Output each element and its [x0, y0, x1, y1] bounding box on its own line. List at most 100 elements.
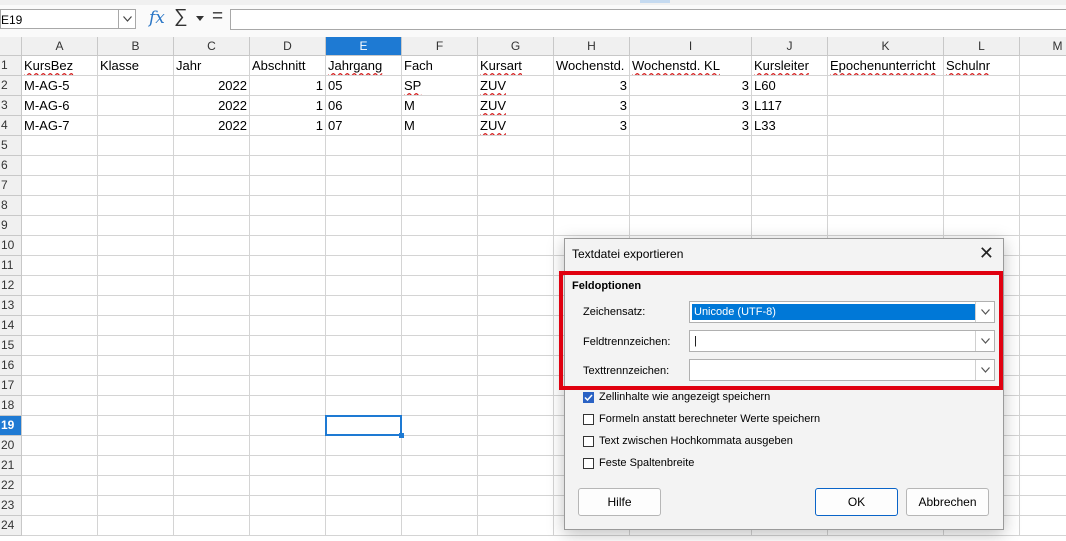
cell-j7[interactable]: [752, 176, 828, 196]
cell-i7[interactable]: [630, 176, 752, 196]
cell-g2[interactable]: ZUV: [478, 76, 554, 96]
cell-b8[interactable]: [98, 196, 174, 216]
column-header-l[interactable]: L: [944, 37, 1020, 56]
cell-c15[interactable]: [174, 336, 250, 356]
cell-e1[interactable]: Jahrgang: [326, 56, 402, 76]
formula-icon[interactable]: =: [212, 6, 223, 28]
cell-a22[interactable]: [22, 476, 98, 496]
cell-a16[interactable]: [22, 356, 98, 376]
column-header-a[interactable]: A: [22, 37, 98, 56]
cell-m20[interactable]: [1020, 436, 1066, 456]
cell-d6[interactable]: [250, 156, 326, 176]
cell-f17[interactable]: [402, 376, 478, 396]
cell-g14[interactable]: [478, 316, 554, 336]
cell-d20[interactable]: [250, 436, 326, 456]
column-header-i[interactable]: I: [630, 37, 752, 56]
cell-b2[interactable]: [98, 76, 174, 96]
cell-l1[interactable]: Schulnr: [944, 56, 1020, 76]
cell-b23[interactable]: [98, 496, 174, 516]
cell-f5[interactable]: [402, 136, 478, 156]
cell-l3[interactable]: [944, 96, 1020, 116]
cell-i1[interactable]: Wochenstd. KL: [630, 56, 752, 76]
cell-a9[interactable]: [22, 216, 98, 236]
cell-a2[interactable]: M-AG-5: [22, 76, 98, 96]
row-header-16[interactable]: 16: [0, 356, 22, 376]
cell-c2[interactable]: 2022: [174, 76, 250, 96]
checkbox-box[interactable]: [583, 457, 594, 469]
cell-b16[interactable]: [98, 356, 174, 376]
cell-g1[interactable]: Kursart: [478, 56, 554, 76]
cell-g18[interactable]: [478, 396, 554, 416]
row-header-12[interactable]: 12: [0, 276, 22, 296]
cell-e8[interactable]: [326, 196, 402, 216]
cell-e13[interactable]: [326, 296, 402, 316]
cell-e14[interactable]: [326, 316, 402, 336]
cell-d2[interactable]: 1: [250, 76, 326, 96]
cell-d17[interactable]: [250, 376, 326, 396]
cell-d8[interactable]: [250, 196, 326, 216]
cell-c11[interactable]: [174, 256, 250, 276]
cell-g10[interactable]: [478, 236, 554, 256]
cell-d19[interactable]: [250, 416, 326, 436]
cell-b5[interactable]: [98, 136, 174, 156]
help-button[interactable]: Hilfe: [578, 488, 661, 516]
cell-f21[interactable]: [402, 456, 478, 476]
cell-g21[interactable]: [478, 456, 554, 476]
cell-m12[interactable]: [1020, 276, 1066, 296]
cell-a11[interactable]: [22, 256, 98, 276]
cell-c4[interactable]: 2022: [174, 116, 250, 136]
checkbox-box[interactable]: [583, 413, 594, 425]
cell-k8[interactable]: [828, 196, 944, 216]
cell-f20[interactable]: [402, 436, 478, 456]
cell-m4[interactable]: [1020, 116, 1066, 136]
cell-g22[interactable]: [478, 476, 554, 496]
cell-c22[interactable]: [174, 476, 250, 496]
cell-f22[interactable]: [402, 476, 478, 496]
cell-m16[interactable]: [1020, 356, 1066, 376]
column-header-j[interactable]: J: [752, 37, 828, 56]
cell-g24[interactable]: [478, 516, 554, 536]
cell-d24[interactable]: [250, 516, 326, 536]
cell-j9[interactable]: [752, 216, 828, 236]
column-header-c[interactable]: C: [174, 37, 250, 56]
cell-i4[interactable]: 3: [630, 116, 752, 136]
cell-a20[interactable]: [22, 436, 98, 456]
row-header-5[interactable]: 5: [0, 136, 22, 156]
cell-c24[interactable]: [174, 516, 250, 536]
cell-b20[interactable]: [98, 436, 174, 456]
row-header-22[interactable]: 22: [0, 476, 22, 496]
checkmark-icon[interactable]: [583, 391, 594, 403]
close-icon[interactable]: ✕: [979, 243, 994, 264]
cell-l6[interactable]: [944, 156, 1020, 176]
cell-e3[interactable]: 06: [326, 96, 402, 116]
row-header-21[interactable]: 21: [0, 456, 22, 476]
cell-f14[interactable]: [402, 316, 478, 336]
cell-a1[interactable]: KursBez: [22, 56, 98, 76]
cell-j3[interactable]: L117: [752, 96, 828, 116]
row-header-23[interactable]: 23: [0, 496, 22, 516]
cell-m1[interactable]: [1020, 56, 1066, 76]
cancel-button[interactable]: Abbrechen: [906, 488, 989, 516]
cell-b18[interactable]: [98, 396, 174, 416]
fill-handle[interactable]: [399, 433, 404, 438]
cell-a13[interactable]: [22, 296, 98, 316]
row-header-1[interactable]: 1: [0, 56, 22, 76]
row-header-15[interactable]: 15: [0, 336, 22, 356]
cell-k7[interactable]: [828, 176, 944, 196]
cell-l2[interactable]: [944, 76, 1020, 96]
cell-e16[interactable]: [326, 356, 402, 376]
cell-g8[interactable]: [478, 196, 554, 216]
cell-c19[interactable]: [174, 416, 250, 436]
cell-e2[interactable]: 05: [326, 76, 402, 96]
cell-j2[interactable]: L60: [752, 76, 828, 96]
cell-l7[interactable]: [944, 176, 1020, 196]
row-header-18[interactable]: 18: [0, 396, 22, 416]
cell-f3[interactable]: M: [402, 96, 478, 116]
cell-d18[interactable]: [250, 396, 326, 416]
cell-h2[interactable]: 3: [554, 76, 630, 96]
cell-k5[interactable]: [828, 136, 944, 156]
cell-b1[interactable]: Klasse: [98, 56, 174, 76]
cell-b17[interactable]: [98, 376, 174, 396]
cell-c3[interactable]: 2022: [174, 96, 250, 116]
cell-a23[interactable]: [22, 496, 98, 516]
